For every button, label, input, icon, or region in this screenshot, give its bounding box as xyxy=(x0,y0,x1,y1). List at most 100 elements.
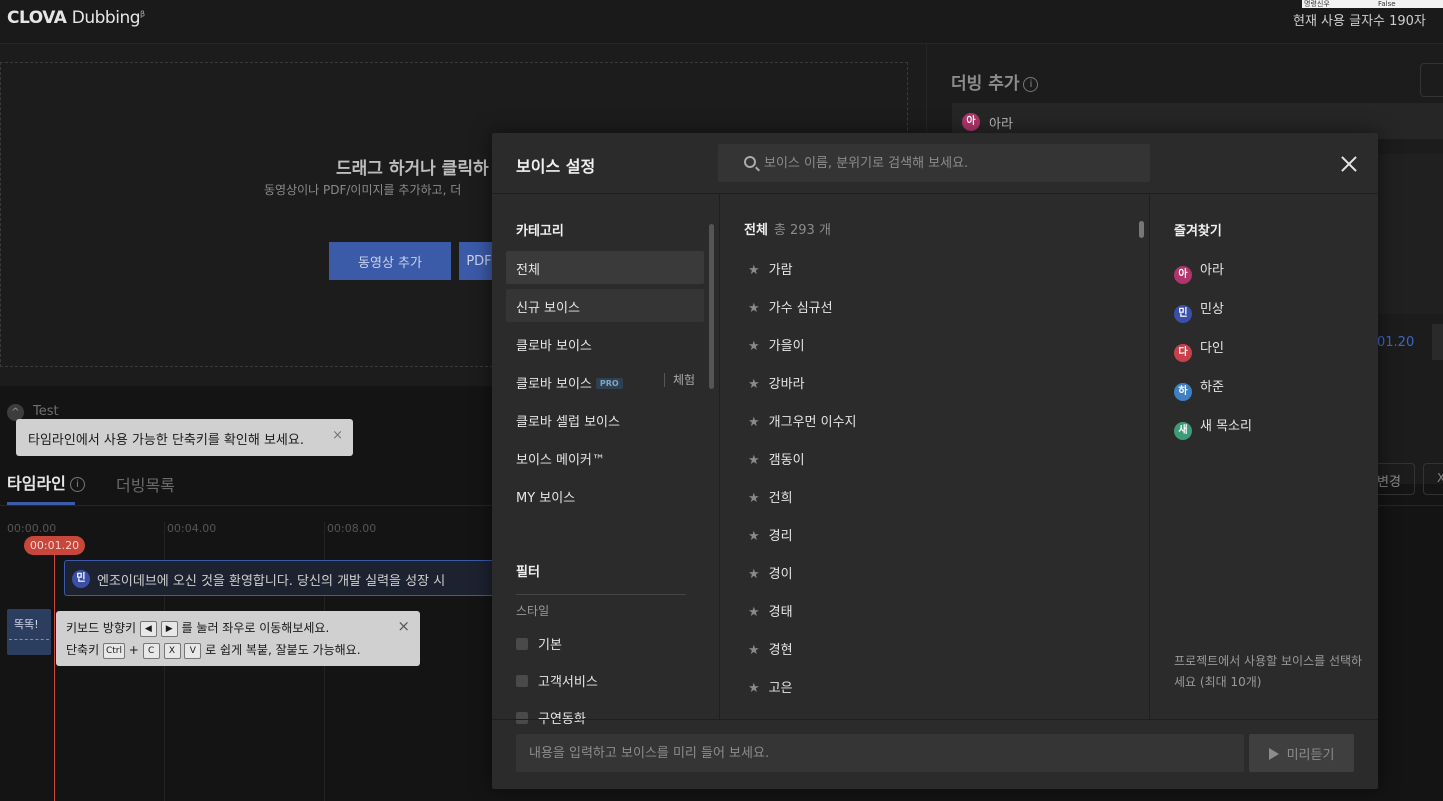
info-icon[interactable]: i xyxy=(1023,77,1039,92)
ruler-tick: 00:08.00 xyxy=(327,522,377,535)
scrollbar[interactable] xyxy=(1139,221,1144,238)
star-icon[interactable]: ★ xyxy=(748,415,760,430)
voice-item[interactable]: ★ 경태 xyxy=(748,601,793,620)
star-icon[interactable]: ★ xyxy=(748,377,760,392)
close-icon[interactable]: × xyxy=(397,617,410,635)
trial-label: 체험 xyxy=(664,373,695,387)
voice-name: 아라 xyxy=(1200,263,1224,278)
favorite-voice[interactable]: 하 하준 xyxy=(1174,376,1224,401)
star-icon[interactable]: ★ xyxy=(748,681,760,696)
category-clova[interactable]: 클로바 보이스 xyxy=(506,327,704,360)
divider xyxy=(516,594,686,595)
sound-effect-clip[interactable]: 똑똑! xyxy=(7,609,51,655)
playhead-time[interactable]: 00:01.20 xyxy=(24,536,85,555)
filter-storytelling[interactable]: 구연동화 xyxy=(516,708,586,727)
voice-item[interactable]: ★ 가수 심규선 xyxy=(748,297,833,316)
favorite-voice[interactable]: 민 민상 xyxy=(1174,298,1224,323)
category-column: 카테고리 전체 신규 보이스 클로바 보이스 클로바 보이스 PRO 체험 클로바… xyxy=(492,194,719,727)
star-icon[interactable]: ★ xyxy=(748,491,760,506)
tab-dubbing-list[interactable]: 더빙목록 xyxy=(116,472,175,496)
voice-avatar: 민 xyxy=(1174,305,1192,323)
voice-avatar: 새 xyxy=(1174,422,1192,440)
voice-item[interactable]: ★ 개그우먼 이수지 xyxy=(748,411,857,430)
voice-name: 다인 xyxy=(1200,341,1224,356)
all-voices-title: 전체 총 293 개 xyxy=(744,223,831,238)
voice-search-input[interactable] xyxy=(764,144,1144,182)
voice-item[interactable]: ★ 경현 xyxy=(748,639,793,658)
arrow-left-key: ◀ xyxy=(139,621,157,637)
project-name: Test xyxy=(33,404,59,419)
voice-name: 경이 xyxy=(768,567,793,582)
category-new[interactable]: 신규 보이스 xyxy=(506,289,704,322)
voice-item[interactable]: ★ 가을이 xyxy=(748,335,805,354)
filter-customer-service[interactable]: 고객서비스 xyxy=(516,671,598,690)
category-celeb[interactable]: 클로바 셀럽 보이스 xyxy=(506,403,704,436)
tab-timeline[interactable]: 타임라인 i xyxy=(7,470,85,494)
star-icon[interactable]: ★ xyxy=(748,301,760,316)
pro-badge: PRO xyxy=(595,378,623,389)
info-icon[interactable]: i xyxy=(69,477,85,492)
category-title: 카테고리 xyxy=(516,224,564,239)
filter-title: 필터 xyxy=(516,565,540,580)
playhead-line[interactable] xyxy=(54,555,55,801)
x-key: X xyxy=(163,643,181,659)
category-all[interactable]: 전체 xyxy=(506,251,704,284)
ruler-tick: 00:04.00 xyxy=(167,522,217,535)
debug-right: False xyxy=(1378,0,1396,8)
checkbox[interactable] xyxy=(516,675,528,687)
category-voice-maker[interactable]: 보이스 메이커™ xyxy=(506,441,704,474)
filter-basic[interactable]: 기본 xyxy=(516,634,562,653)
star-icon[interactable]: ★ xyxy=(748,567,760,582)
star-icon[interactable]: ★ xyxy=(748,605,760,620)
close-icon[interactable]: × xyxy=(332,428,343,443)
preview-button[interactable]: 미리듣기 xyxy=(1249,734,1354,772)
voice-item[interactable]: ★ 고은 xyxy=(748,677,793,696)
voice-item[interactable]: ★ 갬동이 xyxy=(748,449,805,468)
add-video-button[interactable]: 동영상 추가 xyxy=(329,242,451,280)
voice-name: 갬동이 xyxy=(768,453,805,468)
favorites-column: 즐겨찾기 아 아라 민 민상 다 다인 하 하준 새 새 목소리 프로젝트에서 사용할 보이스를 … xyxy=(1150,194,1378,719)
checkbox[interactable] xyxy=(516,712,528,724)
ctrl-key: Ctrl xyxy=(102,643,125,659)
shortcut-tooltip: 타임라인에서 사용 가능한 단축키를 확인해 보세요. × xyxy=(16,419,353,456)
dubbing-clip[interactable]: 민 엔조이데브에 오신 것을 환영합니다. 당신의 개발 실력을 성장 시 xyxy=(64,560,494,596)
panel-action-button[interactable] xyxy=(1420,63,1443,97)
voice-item[interactable]: ★ 경이 xyxy=(748,563,793,582)
voice-search[interactable] xyxy=(718,144,1150,182)
voice-avatar: 민 xyxy=(72,570,90,588)
close-button[interactable]: X xyxy=(1423,463,1443,495)
dubbing-add-button[interactable] xyxy=(1432,324,1443,360)
voice-name: 새 목소리 xyxy=(1200,419,1252,434)
c-key: C xyxy=(142,643,160,659)
preview-text-input[interactable] xyxy=(516,734,1244,772)
star-icon[interactable]: ★ xyxy=(748,453,760,468)
voice-item[interactable]: ★ 경리 xyxy=(748,525,793,544)
favorite-voice[interactable]: 다 다인 xyxy=(1174,337,1224,362)
favorite-voice[interactable]: 새 새 목소리 xyxy=(1174,415,1252,440)
ruler-tick: 00:00.00 xyxy=(7,522,57,535)
voice-name: 경현 xyxy=(768,643,793,658)
favorite-voice[interactable]: 아 아라 xyxy=(1174,259,1224,284)
drop-title: 드래그 하거나 클릭하 xyxy=(336,159,489,179)
star-icon[interactable]: ★ xyxy=(748,339,760,354)
dubbing-title: 더빙 추가 i xyxy=(951,69,1039,94)
brand-logo[interactable]: CLOVA Dubbingβ xyxy=(7,8,145,28)
scrollbar[interactable] xyxy=(709,224,714,389)
checkbox[interactable] xyxy=(516,638,528,650)
voice-item[interactable]: ★ 강바라 xyxy=(748,373,805,392)
category-clova-pro[interactable]: 클로바 보이스 PRO 체험 xyxy=(506,365,704,398)
voice-item[interactable]: ★ 건희 xyxy=(748,487,793,506)
tooltip-line: 키보드 방향키 ◀ ▶ 를 눌러 좌우로 이동해보세요. xyxy=(66,621,330,637)
voice-name: 가을이 xyxy=(768,339,805,354)
voice-name: 경태 xyxy=(768,605,793,620)
close-icon[interactable] xyxy=(1338,153,1360,175)
voice-name: 아라 xyxy=(989,117,1013,132)
star-icon[interactable]: ★ xyxy=(748,263,760,278)
star-icon[interactable]: ★ xyxy=(748,529,760,544)
voice-avatar: 다 xyxy=(1174,344,1192,362)
star-icon[interactable]: ★ xyxy=(748,643,760,658)
sound-clip-label: 똑똑! xyxy=(14,618,39,631)
voice-item[interactable]: ★ 가람 xyxy=(748,259,793,278)
play-icon xyxy=(1268,747,1279,760)
category-my[interactable]: MY 보이스 xyxy=(506,479,704,512)
